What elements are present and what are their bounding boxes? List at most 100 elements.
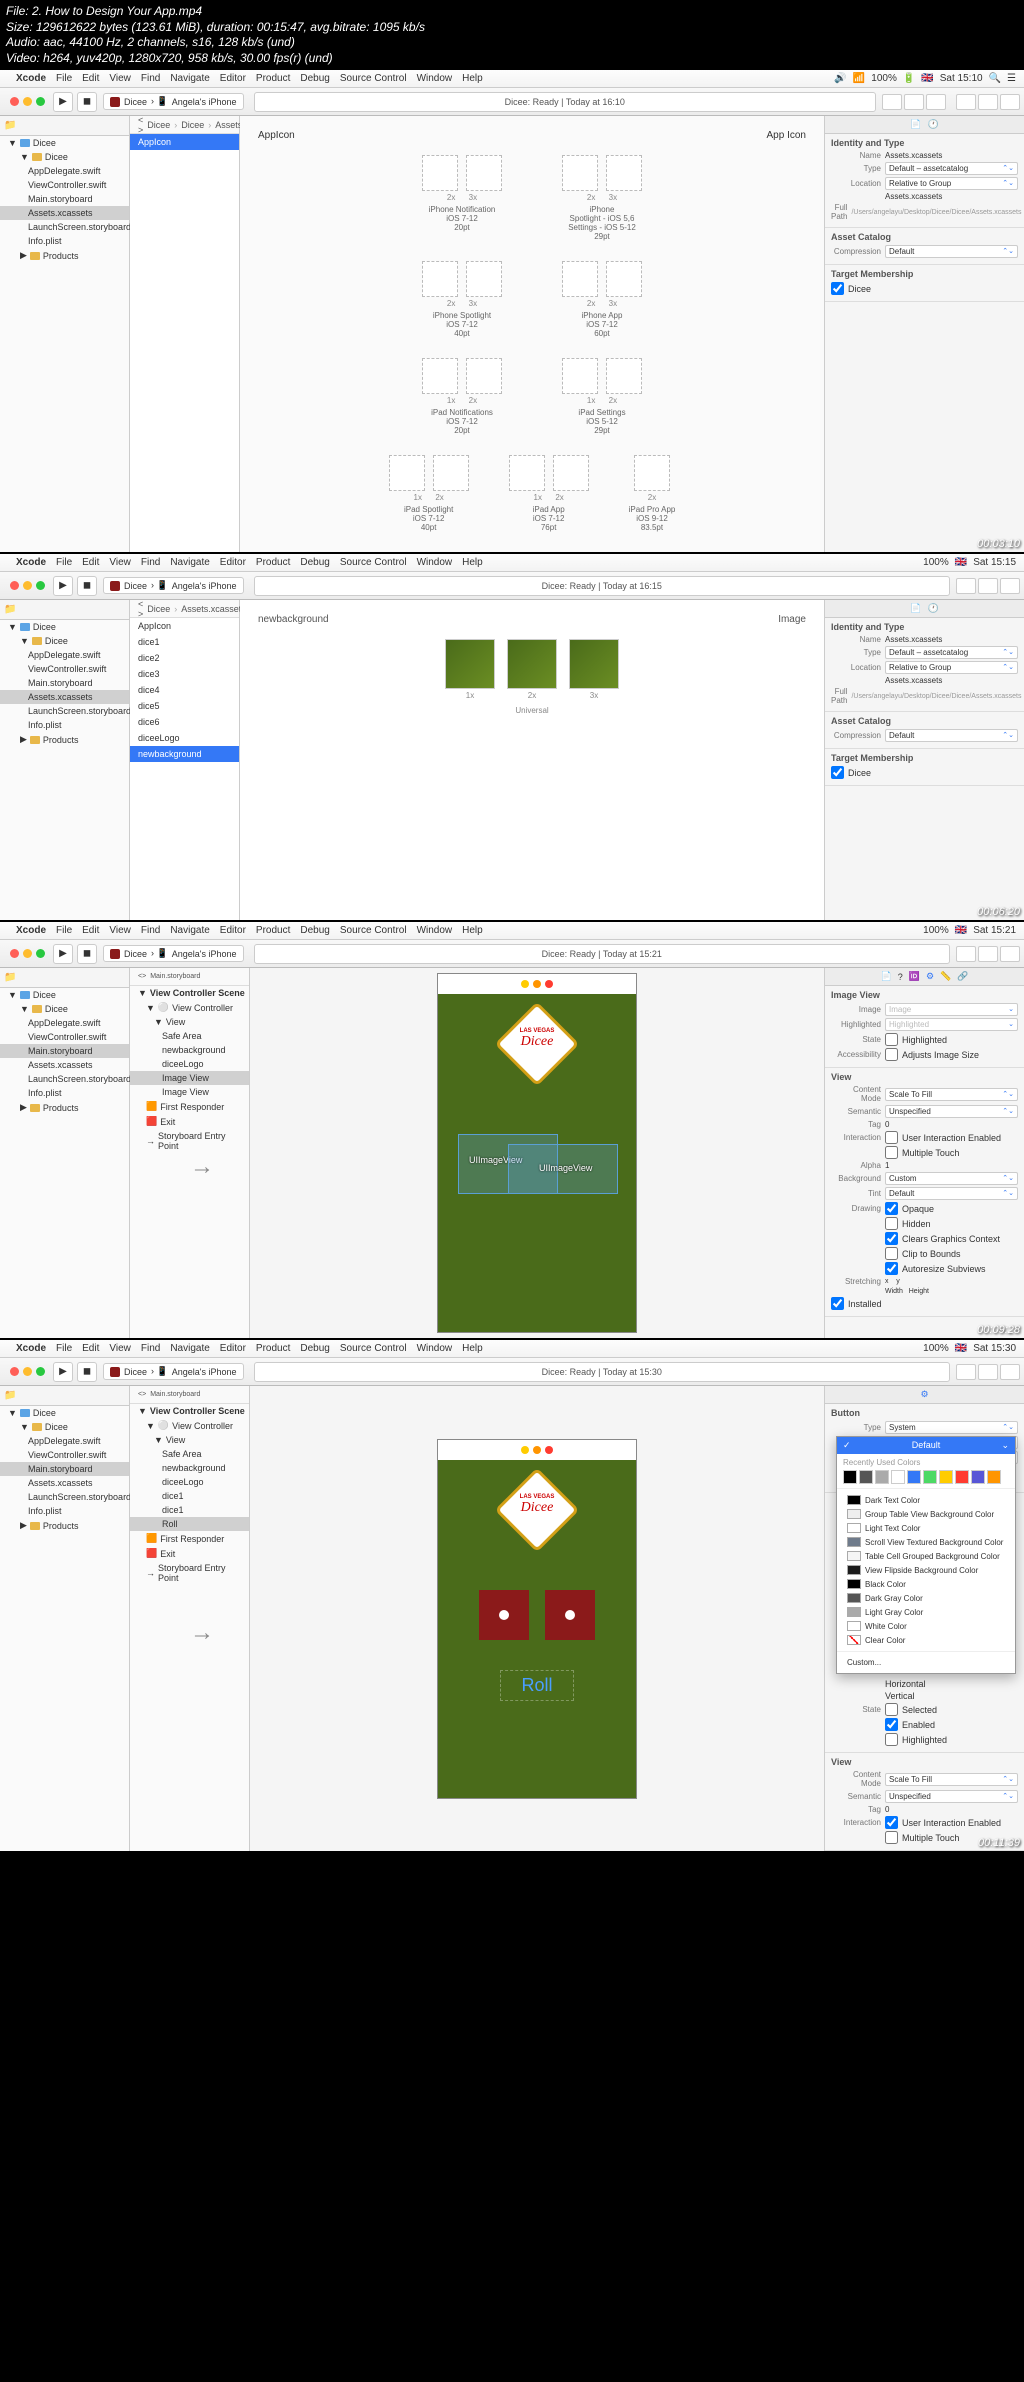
scheme-selector[interactable]: Dicee › 📱 Angela's iPhone <box>103 93 244 110</box>
compression-select[interactable]: Default⌃⌄ <box>885 245 1018 258</box>
toggle-debug-button[interactable] <box>978 1364 998 1380</box>
menu-edit[interactable]: Edit <box>82 925 99 936</box>
autoresize-checkbox[interactable] <box>885 1262 898 1275</box>
menu-debug[interactable]: Debug <box>300 557 329 568</box>
menu-product[interactable]: Product <box>256 557 290 568</box>
outline-view[interactable]: ▼View <box>130 1015 249 1029</box>
icon-slot[interactable] <box>562 155 598 191</box>
outline-exit[interactable]: 🟥Exit <box>130 1114 249 1129</box>
multitouch-checkbox[interactable] <box>885 1146 898 1159</box>
file-assets[interactable]: Assets.xcassets <box>0 206 129 220</box>
menu-navigate[interactable]: Navigate <box>170 1343 209 1354</box>
file-viewcontroller[interactable]: ViewController.swift <box>0 662 129 676</box>
menu-source-control[interactable]: Source Control <box>340 557 407 568</box>
menu-window[interactable]: Window <box>417 557 453 568</box>
color-option[interactable]: Black Color <box>843 1577 1009 1591</box>
folder-tab-icon[interactable]: 📁 <box>4 120 16 131</box>
menu-view[interactable]: View <box>109 925 131 936</box>
color-option[interactable]: Table Cell Grouped Background Color <box>843 1549 1009 1563</box>
menu-window[interactable]: Window <box>417 925 453 936</box>
asset-appicon[interactable]: AppIcon <box>130 618 239 634</box>
file-viewcontroller[interactable]: ViewController.swift <box>0 1448 129 1462</box>
menu-source-control[interactable]: Source Control <box>340 1343 407 1354</box>
menu-file[interactable]: File <box>56 925 72 936</box>
outline-dice1[interactable]: dice1 <box>130 1489 249 1503</box>
folder-tab-icon[interactable]: 📁 <box>4 972 16 983</box>
file-mainstoryboard[interactable]: Main.storyboard <box>0 1462 129 1476</box>
asset-dice4[interactable]: dice4 <box>130 682 239 698</box>
phone-preview[interactable]: LAS VEGAS Dicee UIImageView UIImageView <box>437 973 637 1333</box>
menu-view[interactable]: View <box>109 1343 131 1354</box>
outline-bg[interactable]: newbackground <box>130 1461 249 1475</box>
interface-builder-canvas[interactable]: → LAS VEGAS Dicee UIImageView <box>250 968 824 1338</box>
close-button[interactable] <box>10 949 19 958</box>
close-button[interactable] <box>10 581 19 590</box>
selected-checkbox[interactable] <box>885 1703 898 1716</box>
toggle-inspector-button[interactable] <box>1000 946 1020 962</box>
zoom-button[interactable] <box>36 581 45 590</box>
image-slot-3x[interactable] <box>569 639 619 689</box>
menu-navigate[interactable]: Navigate <box>170 557 209 568</box>
clears-checkbox[interactable] <box>885 1232 898 1245</box>
icon-slot[interactable] <box>634 455 670 491</box>
flag-icon[interactable]: 🇬🇧 <box>955 557 967 568</box>
outline-exit[interactable]: 🟥Exit <box>130 1546 249 1561</box>
file-appdelegate[interactable]: AppDelegate.swift <box>0 1016 129 1030</box>
tint-select[interactable]: Default⌃⌄ <box>885 1187 1018 1200</box>
group-products[interactable]: ▶Products <box>0 732 129 747</box>
interface-builder-canvas[interactable]: → LAS VEGAS Dicee R <box>250 1386 824 1851</box>
project-root[interactable]: ▼Dicee <box>0 988 129 1002</box>
toggle-navigator-button[interactable] <box>956 94 976 110</box>
menu-view[interactable]: View <box>109 73 131 84</box>
state-checkbox[interactable] <box>885 1033 898 1046</box>
menu-editor[interactable]: Editor <box>220 925 246 936</box>
custom-color-option[interactable]: Custom... <box>843 1656 1009 1669</box>
color-swatch[interactable] <box>891 1470 905 1484</box>
connections-tab[interactable]: 🔗 <box>957 971 968 982</box>
opaque-checkbox[interactable] <box>885 1202 898 1215</box>
file-inspector-tab[interactable]: 📄 <box>910 603 921 614</box>
clip-checkbox[interactable] <box>885 1247 898 1260</box>
zoom-button[interactable] <box>36 97 45 106</box>
outline-entrypoint[interactable]: →Storyboard Entry Point <box>130 1129 249 1153</box>
spotlight-icon[interactable]: 🔍 <box>989 73 1001 84</box>
volume-icon[interactable]: 🔊 <box>834 73 846 84</box>
toggle-navigator-button[interactable] <box>956 1364 976 1380</box>
project-root[interactable]: ▼Dicee <box>0 136 129 150</box>
file-mainstoryboard[interactable]: Main.storyboard <box>0 1044 129 1058</box>
toggle-inspector-button[interactable] <box>1000 94 1020 110</box>
file-viewcontroller[interactable]: ViewController.swift <box>0 178 129 192</box>
outline-scene[interactable]: ▼View Controller Scene <box>130 986 249 1000</box>
close-button[interactable] <box>10 1367 19 1376</box>
menu-debug[interactable]: Debug <box>300 1343 329 1354</box>
file-launchscreen[interactable]: LaunchScreen.storyboard <box>0 704 129 718</box>
file-launchscreen[interactable]: LaunchScreen.storyboard <box>0 1490 129 1504</box>
menu-edit[interactable]: Edit <box>82 73 99 84</box>
location-select[interactable]: Relative to Group⌃⌄ <box>885 177 1018 190</box>
asset-dice6[interactable]: dice6 <box>130 714 239 730</box>
icon-slot[interactable] <box>562 358 598 394</box>
outline-vc[interactable]: ▼⚪View Controller <box>130 1418 249 1433</box>
group-dicee[interactable]: ▼Dicee <box>0 1002 129 1016</box>
attributes-tab[interactable]: ⚙ <box>926 971 934 982</box>
menu-editor[interactable]: Editor <box>220 1343 246 1354</box>
clock[interactable]: Sat 15:15 <box>973 557 1016 568</box>
help-tab[interactable]: ? <box>898 972 903 982</box>
outline-safearea[interactable]: Safe Area <box>130 1029 249 1043</box>
editor-standard-button[interactable] <box>882 94 902 110</box>
dice-left[interactable] <box>479 1590 529 1640</box>
file-mainstoryboard[interactable]: Main.storyboard <box>0 192 129 206</box>
contentmode-select[interactable]: Scale To Fill⌃⌄ <box>885 1773 1018 1786</box>
icon-slot[interactable] <box>606 155 642 191</box>
asset-diceelogo[interactable]: diceeLogo <box>130 730 239 746</box>
file-assets[interactable]: Assets.xcassets <box>0 1476 129 1490</box>
menu-help[interactable]: Help <box>462 73 483 84</box>
outline-firstresponder[interactable]: 🟧First Responder <box>130 1531 249 1546</box>
uiimageview-selection[interactable]: UIImageView <box>508 1144 618 1194</box>
outline-roll[interactable]: Roll <box>130 1517 249 1531</box>
icon-slot[interactable] <box>466 358 502 394</box>
stop-button[interactable]: ◼ <box>77 92 97 112</box>
menu-product[interactable]: Product <box>256 925 290 936</box>
semantic-select[interactable]: Unspecified⌃⌄ <box>885 1790 1018 1803</box>
attributes-tab[interactable]: ⚙ <box>920 1389 928 1400</box>
